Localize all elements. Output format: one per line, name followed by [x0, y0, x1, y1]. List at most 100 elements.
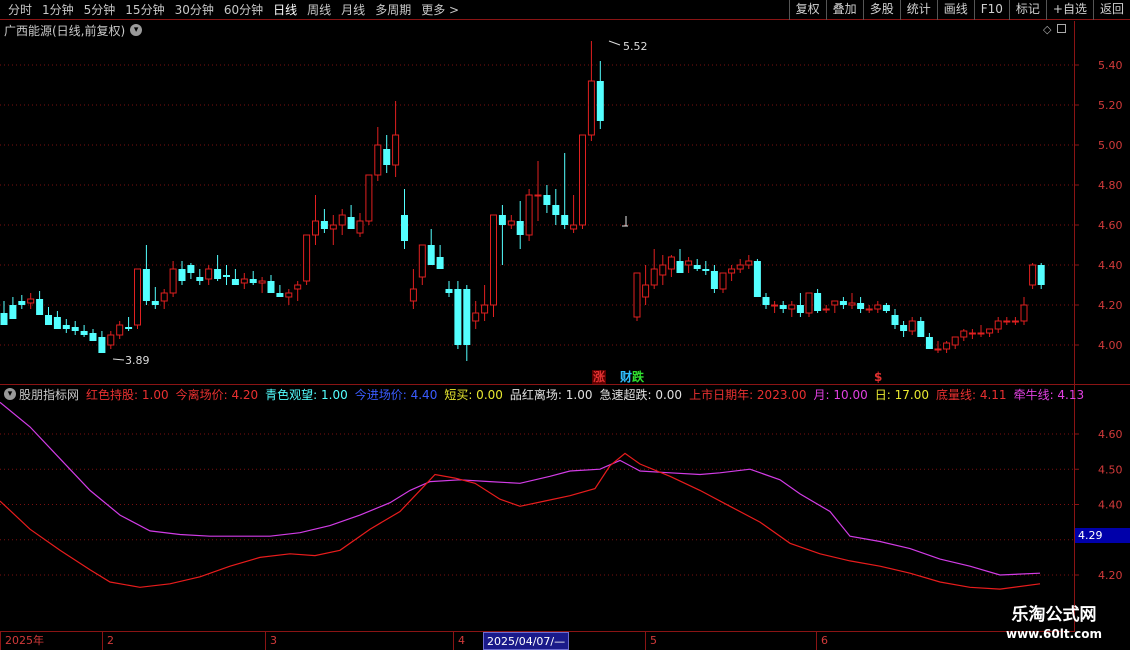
candle-body [561, 215, 569, 225]
candle-body [968, 332, 976, 335]
candle-body [62, 325, 70, 329]
candle-body [719, 272, 727, 290]
candle-body [642, 284, 650, 298]
indicator-legend-item: 日: 17.00 [874, 387, 929, 402]
indicator-legend-item: 上市日期年: 2023.00 [689, 387, 807, 402]
low-price-label: 3.89 [125, 354, 150, 367]
candle-body [986, 328, 994, 334]
date-axis: 2025年 2 3 4 2025/04/07/— 5 6 [0, 631, 1075, 650]
candle-body [116, 324, 124, 336]
candle-body [1037, 265, 1045, 285]
candle-body [525, 194, 533, 236]
candle-body [771, 304, 779, 307]
candle-body [151, 301, 159, 305]
indicator-legend-item: 底量线: 4.11 [935, 387, 1007, 402]
price-tick-label: 4.80 [1098, 179, 1123, 192]
candle-body [303, 234, 311, 282]
indicator-name[interactable]: 股朋指标网 [19, 386, 79, 403]
candle-body [320, 221, 328, 229]
indicator-tick-label: 4.40 [1098, 499, 1123, 512]
candle-body [427, 245, 435, 265]
candle-body [570, 224, 578, 230]
candle-body [223, 275, 230, 277]
candle-body [178, 269, 186, 281]
candle-body [294, 284, 302, 290]
candle-body [329, 224, 337, 230]
candle-body [1003, 320, 1011, 323]
candle-body [779, 305, 787, 309]
candle-body [908, 320, 916, 332]
high-price-label: 5.52 [623, 40, 648, 53]
price-tick-label: 4.40 [1098, 259, 1123, 272]
candle-body [169, 268, 177, 294]
high-pointer [608, 40, 621, 46]
diamond-icon[interactable]: ◇ [1043, 23, 1051, 36]
candle-body [347, 217, 355, 229]
indicator-legend-item: 品红离场: 1.00 [509, 387, 593, 402]
date-label: 4 [453, 632, 465, 650]
candle-body [814, 293, 822, 311]
candle-body [80, 331, 88, 335]
candle-body [196, 277, 204, 281]
candle-body [917, 321, 925, 337]
candle-body [71, 327, 79, 331]
chevron-down-icon[interactable]: ▾ [130, 24, 143, 36]
candle-body [736, 264, 744, 270]
watermark: 乐淘公式网 www.60lt.com [988, 604, 1120, 648]
watermark-url: www.60lt.com [1005, 627, 1103, 641]
candle-body [472, 312, 480, 322]
candle-body [401, 215, 408, 241]
candle-body [445, 289, 453, 293]
candle-body [702, 269, 710, 271]
candle-body [214, 269, 222, 279]
candle-body [481, 304, 489, 314]
chart-canvas[interactable]: 5.40 5.20 5.00 4.80 4.60 4.40 4.20 4.00 4.60 4.50… [0, 0, 1130, 650]
candle-body [490, 214, 497, 306]
indicator-legend-item: 牵牛线: 4.13 [1013, 387, 1085, 402]
candle-body [436, 257, 444, 269]
candle-body [865, 308, 873, 311]
date-label: 5 [645, 632, 657, 650]
indicator-legend-item: 今离场价: 4.20 [175, 387, 259, 402]
candle-body [857, 303, 865, 309]
chevron-down-icon[interactable]: ▾ [4, 388, 16, 400]
candle-body [693, 265, 701, 269]
indicator-magenta-line [0, 401, 1041, 576]
candle-body [134, 268, 141, 326]
candle-body [258, 280, 266, 284]
indicator-legend-item: 急速超跌: 0.00 [599, 387, 683, 402]
candle-body [579, 134, 586, 226]
candle-body [0, 313, 8, 325]
stock-title: 广西能源(日线,前复权) [4, 23, 126, 38]
indicator-legend-item: 月: 10.00 [813, 387, 868, 402]
indicator-tick-label: 4.60 [1098, 428, 1123, 441]
candle-body [392, 134, 400, 166]
candle-body [267, 281, 275, 293]
candle-body [977, 332, 985, 335]
date-label: 6 [816, 632, 828, 650]
candle-body [796, 305, 804, 313]
candle-body [839, 301, 847, 305]
candle-body [285, 292, 293, 298]
candle-body [822, 308, 830, 311]
candle-body [874, 304, 882, 310]
candle-body [960, 330, 968, 338]
candle-body [891, 315, 899, 325]
candle-body [45, 315, 52, 325]
candle-body [676, 261, 684, 273]
candle-body [900, 325, 908, 331]
date-label: 3 [265, 632, 277, 650]
price-tick-label: 4.00 [1098, 339, 1123, 352]
candle-body [1011, 320, 1019, 323]
indicator-tick-label: 4.50 [1098, 463, 1123, 476]
candle-body [53, 317, 61, 329]
indicator-current-value: 4.29 [1075, 528, 1130, 543]
candle-body [710, 271, 718, 289]
candle-body [27, 298, 35, 304]
indicator-red-line [0, 452, 1041, 590]
candle-body [365, 174, 373, 222]
candle-body [142, 269, 150, 301]
checkbox-icon[interactable] [1057, 24, 1067, 33]
price-tick-label: 4.60 [1098, 219, 1123, 232]
candle-body [454, 289, 462, 345]
